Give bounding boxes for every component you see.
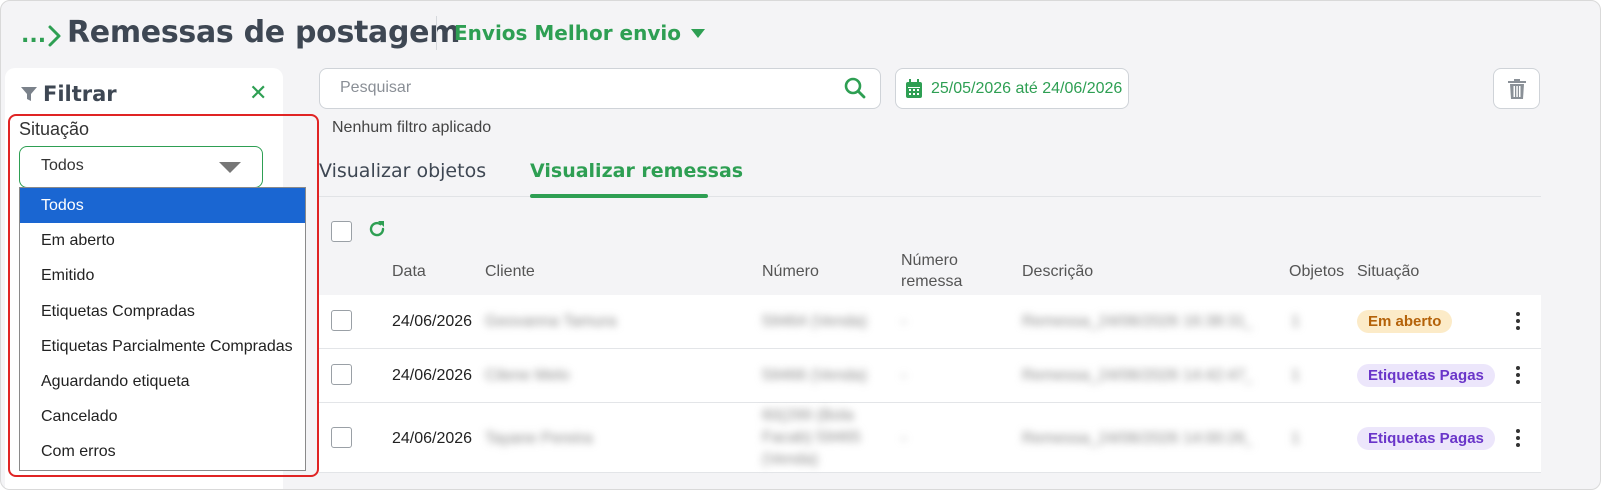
row-numero: 59466 (Venda) (762, 367, 867, 384)
tab-visualizar-objetos[interactable]: Visualizar objetos (319, 160, 486, 182)
breadcrumb-chevron-icon (48, 25, 61, 47)
filter-icon (21, 87, 37, 101)
row-numero-remessa: - (901, 313, 907, 330)
close-icon[interactable]: ✕ (249, 82, 267, 104)
select-all-checkbox[interactable] (331, 221, 352, 242)
row-descricao: Remessa_24/06/2026 14:42:47_1 (1022, 367, 1252, 384)
row-data: 24/06/2026 (392, 367, 473, 384)
date-range-label: 25/05/2026 até 24/06/2026 (931, 79, 1123, 97)
header-objetos: Objetos (1289, 263, 1345, 280)
row-descricao: Remessa_24/06/2026 14:00:26_1 (1022, 430, 1252, 447)
row-data: 24/06/2026 (392, 313, 473, 330)
active-tab-indicator (530, 194, 708, 198)
row-objetos: 1 (1291, 313, 1300, 330)
situacao-selected-value: Todos (41, 157, 84, 174)
option-com-erros[interactable]: Com erros (20, 434, 305, 469)
row-objetos: 1 (1291, 367, 1300, 384)
row-numero: 59464 (Venda) (762, 313, 867, 330)
option-etiquetas-compradas[interactable]: Etiquetas Compradas (20, 294, 305, 329)
title-divider (436, 16, 437, 50)
envios-dropdown[interactable]: Envios Melhor envio (454, 21, 705, 45)
header-cliente: Cliente (485, 263, 535, 280)
row-objetos: 1 (1291, 430, 1300, 447)
calendar-icon (906, 78, 922, 98)
header-situacao: Situação (1357, 263, 1420, 280)
header-descricao: Descrição (1022, 263, 1094, 280)
date-range-button[interactable]: 25/05/2026 até 24/06/2026 (895, 68, 1129, 109)
no-filter-text: Nenhum filtro aplicado (332, 119, 492, 136)
situacao-select[interactable]: Todos (19, 146, 263, 188)
situacao-dropdown-list: Todos Em aberto Emitido Etiquetas Compra… (19, 187, 306, 471)
search-box (319, 68, 881, 109)
row-checkbox[interactable] (331, 364, 352, 385)
search-icon[interactable] (844, 77, 866, 99)
header-data: Data (392, 263, 426, 280)
header-numero-remessa: Número remessa (901, 252, 963, 290)
header-numero: Número (762, 263, 819, 280)
chevron-down-icon (219, 162, 241, 173)
option-etiquetas-parcialmente-compradas[interactable]: Etiquetas Parcialmente Compradas (20, 329, 305, 364)
row-numero-remessa: - (901, 430, 907, 447)
envios-label: Envios Melhor envio (454, 21, 681, 45)
option-todos[interactable]: Todos (20, 188, 305, 224)
row-descricao: Remessa_24/06/2026 16:38:31_1 (1022, 313, 1252, 330)
option-aguardando-etiqueta[interactable]: Aguardando etiqueta (20, 364, 305, 399)
refresh-icon[interactable] (368, 220, 386, 238)
tab-visualizar-remessas[interactable]: Visualizar remessas (530, 160, 743, 182)
row-cliente: Tayane Pereira (485, 430, 593, 447)
row-numero: 60(299 (Bola Facab) 59465 (Venda) (762, 407, 861, 468)
filter-header: Filtrar (21, 82, 117, 106)
trash-icon (1507, 78, 1526, 99)
status-badge: Em aberto (1357, 310, 1453, 333)
filter-title: Filtrar (43, 82, 117, 106)
more-options-icon[interactable] (1515, 312, 1521, 332)
app-frame: ... Remessas de postagem Envios Melhor e… (0, 0, 1601, 490)
delete-button[interactable] (1493, 68, 1540, 109)
breadcrumb-ellipsis[interactable]: ... (21, 23, 46, 48)
status-badge: Etiquetas Pagas (1357, 364, 1495, 387)
caret-down-icon (690, 28, 705, 38)
more-options-icon[interactable] (1515, 366, 1521, 386)
row-divider (319, 472, 1541, 473)
page-title: Remessas de postagem (67, 15, 461, 50)
tabs-divider (319, 196, 1541, 197)
row-data: 24/06/2026 (392, 430, 473, 447)
row-checkbox[interactable] (331, 427, 352, 448)
situacao-label: Situação (19, 119, 90, 139)
row-numero-remessa: - (901, 367, 907, 384)
row-cliente: Cilene Melo (485, 367, 570, 384)
row-cliente: Geovanna Tamura (485, 313, 617, 330)
option-cancelado[interactable]: Cancelado (20, 399, 305, 434)
option-em-aberto[interactable]: Em aberto (20, 223, 305, 258)
row-checkbox[interactable] (331, 310, 352, 331)
search-input[interactable] (340, 79, 820, 97)
more-options-icon[interactable] (1515, 429, 1521, 449)
option-emitido[interactable]: Emitido (20, 258, 305, 293)
status-badge: Etiquetas Pagas (1357, 427, 1495, 450)
